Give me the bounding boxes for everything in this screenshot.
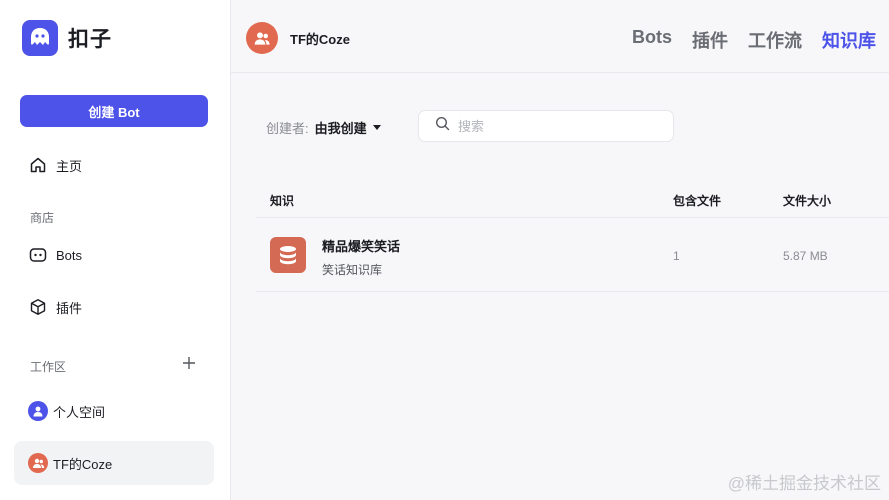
creator-filter-value: 由我创建: [314, 121, 367, 136]
sidebar-item-label: 主页: [56, 158, 83, 174]
sidebar-item-personal-space[interactable]: 个人空间: [14, 389, 214, 433]
table-header: 知识 包含文件 文件大小: [256, 180, 889, 218]
table-row[interactable]: 精品爆笑笑话 笑话知识库 1 5.87 MB: [256, 219, 889, 292]
create-bot-button[interactable]: 创建 Bot: [20, 95, 208, 127]
home-icon: [28, 155, 48, 175]
tab-plugins[interactable]: 插件: [692, 27, 728, 53]
tab-bots[interactable]: Bots: [632, 27, 672, 53]
top-header: TF的Coze Bots 插件 工作流 知识库: [231, 0, 889, 73]
creator-filter: 创建者: 由我创建: [266, 118, 381, 137]
add-workspace-plus-icon[interactable]: [181, 355, 197, 371]
search-input[interactable]: [458, 118, 658, 134]
team-switcher[interactable]: TF的Coze: [246, 22, 350, 54]
knowledge-name: 精品爆笑笑话: [322, 239, 401, 254]
sidebar: 扣子 创建 Bot 主页 商店 Bots 插件 工作区 个人空间 TF的Coze: [0, 0, 231, 500]
store-section-label: 商店: [30, 211, 55, 225]
cube-icon: [28, 297, 48, 317]
bot-icon: [28, 245, 48, 265]
main-tabs: Bots 插件 工作流 知识库: [632, 27, 876, 53]
file-count: 1: [673, 249, 680, 263]
team-name: TF的Coze: [290, 31, 350, 47]
column-header-files: 包含文件: [673, 194, 722, 208]
knowledge-description: 笑话知识库: [322, 263, 383, 277]
sidebar-item-label: Bots: [56, 247, 83, 263]
sidebar-item-bots[interactable]: Bots: [28, 245, 82, 265]
team-avatar-icon: [28, 453, 48, 473]
caret-down-icon: [372, 125, 381, 130]
sidebar-item-plugins[interactable]: 插件: [28, 297, 82, 317]
search-box[interactable]: [418, 110, 674, 142]
sidebar-item-label: 插件: [56, 300, 83, 316]
coze-logo-icon: [22, 20, 58, 56]
sidebar-item-team-space[interactable]: TF的Coze: [14, 441, 214, 485]
logo[interactable]: 扣子: [22, 20, 112, 56]
column-header-knowledge: 知识: [270, 194, 295, 208]
sidebar-item-label: TF的Coze: [53, 456, 113, 472]
creator-filter-dropdown[interactable]: 由我创建: [315, 118, 381, 137]
tab-workflows[interactable]: 工作流: [748, 27, 802, 53]
workspace-section-label: 工作区: [30, 360, 67, 374]
search-icon: [435, 116, 450, 136]
watermark: @稀土掘金技术社区: [727, 474, 881, 493]
user-avatar-icon: [28, 401, 48, 421]
file-size: 5.87 MB: [783, 249, 828, 263]
brand-name: 扣子: [68, 28, 112, 51]
tab-knowledge[interactable]: 知识库: [822, 27, 876, 53]
sidebar-item-home[interactable]: 主页: [28, 155, 82, 175]
sidebar-item-label: 个人空间: [53, 404, 106, 420]
column-header-size: 文件大小: [783, 194, 832, 208]
creator-filter-label: 创建者:: [266, 121, 309, 136]
database-icon: [270, 237, 306, 273]
team-avatar-icon: [246, 22, 278, 54]
